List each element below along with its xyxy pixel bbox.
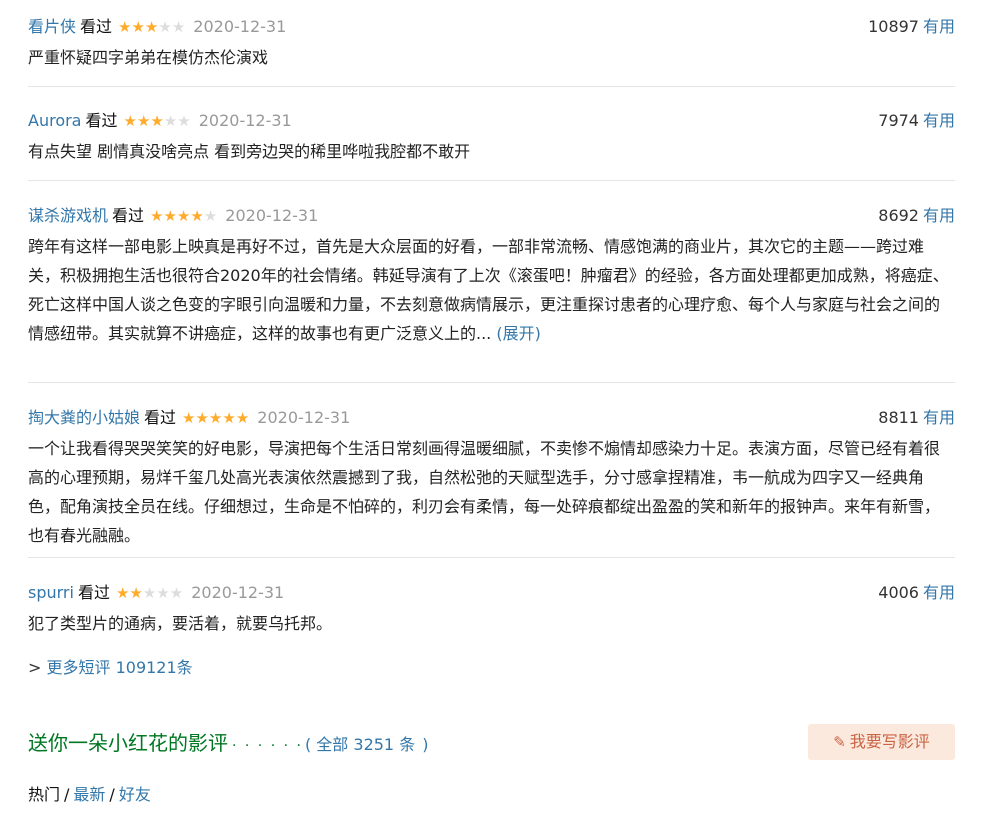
vote-area: 7974 有用 xyxy=(878,108,955,134)
section-dots: · · · · · · xyxy=(232,738,303,754)
review-item: spurri 看过 ★★★★★ 2020-12-31 4006 有用 犯了类型片的通病，… xyxy=(28,580,955,638)
rating-stars-filled: ★★★ xyxy=(123,112,164,130)
vote-area: 8811 有用 xyxy=(878,405,955,431)
review-item: 看片侠 看过 ★★★★★ 2020-12-31 10897 有用 严重怀疑四字弟弟在模仿… xyxy=(28,14,955,72)
review-header: Aurora 看过 ★★★★★ 2020-12-31 7974 有用 xyxy=(28,108,955,134)
rating-stars: ★★★★★ xyxy=(118,14,185,40)
comments-page: 看片侠 看过 ★★★★★ 2020-12-31 10897 有用 严重怀疑四字弟弟在模仿… xyxy=(0,0,1000,838)
vote-count: 8692 xyxy=(878,206,919,225)
rating-stars: ★★★★★ xyxy=(116,580,183,606)
review-text: 有点失望 剧情真没啥亮点 看到旁边哭的稀里哗啦我腔都不敢开 xyxy=(28,142,471,161)
rating-stars-empty: ★★ xyxy=(158,18,186,36)
watched-status: 看过 xyxy=(80,17,113,36)
review-date: 2020-12-31 xyxy=(191,583,285,602)
paren-close: ) xyxy=(422,735,429,754)
more-short-reviews: > 更多短评 109121条 xyxy=(28,656,193,680)
review-author-link[interactable]: 掏大粪的小姑娘 xyxy=(28,408,140,427)
watched-status: 看过 xyxy=(77,583,110,602)
rating-stars: ★★★★★ xyxy=(124,108,191,134)
vote-area: 4006 有用 xyxy=(878,580,955,606)
sort-hot: 热门 xyxy=(28,785,61,804)
review-header: spurri 看过 ★★★★★ 2020-12-31 4006 有用 xyxy=(28,580,955,606)
review-text-content: 跨年有这样一部电影上映真是再好不过，首先是大众层面的好看，一部非常流畅、情感饱满… xyxy=(28,237,949,343)
vote-area: 8692 有用 xyxy=(878,203,955,229)
rating-stars: ★★★★★ xyxy=(150,203,217,229)
rating-stars-filled: ★★★★★ xyxy=(182,409,250,427)
review-header: 掏大粪的小姑娘 看过 ★★★★★ 2020-12-31 8811 有用 xyxy=(28,405,955,431)
useful-button[interactable]: 有用 xyxy=(923,111,955,130)
review-date: 2020-12-31 xyxy=(193,17,287,36)
useful-button[interactable]: 有用 xyxy=(923,583,955,602)
rating-stars-filled: ★★ xyxy=(115,584,143,602)
divider xyxy=(28,86,955,87)
vote-count: 7974 xyxy=(878,111,919,130)
review-date: 2020-12-31 xyxy=(257,408,351,427)
section-title: 送你一朵小红花的影评 xyxy=(28,731,228,755)
review-author-link[interactable]: 看片侠 xyxy=(28,17,76,36)
rating-stars-filled: ★★★ xyxy=(118,18,159,36)
useful-button[interactable]: 有用 xyxy=(923,17,955,36)
review-text: 跨年有这样一部电影上映真是再好不过，首先是大众层面的好看，一部非常流畅、情感饱满… xyxy=(28,232,955,348)
pen-icon: ✎ xyxy=(833,733,846,751)
review-author-link[interactable]: spurri xyxy=(28,583,74,602)
rating-stars-empty: ★★ xyxy=(163,112,191,130)
vote-area: 10897 有用 xyxy=(868,14,955,40)
review-item: 掏大粪的小姑娘 看过 ★★★★★ 2020-12-31 8811 有用 一个让我看得哭哭… xyxy=(28,405,955,550)
review-author-link[interactable]: Aurora xyxy=(28,111,81,130)
review-date: 2020-12-31 xyxy=(198,111,292,130)
rating-stars: ★★★★★ xyxy=(182,405,249,431)
sort-bar: 热门 / 最新 / 好友 xyxy=(28,783,151,807)
watched-status: 看过 xyxy=(144,408,177,427)
review-date: 2020-12-31 xyxy=(225,206,319,225)
vote-count: 4006 xyxy=(878,583,919,602)
review-author-link[interactable]: 谋杀游戏机 xyxy=(28,206,108,225)
paren-open: ( xyxy=(304,735,312,754)
rating-stars-empty: ★ xyxy=(203,207,218,225)
more-arrow: > xyxy=(28,658,42,677)
watched-status: 看过 xyxy=(85,111,118,130)
expand-link[interactable]: (展开) xyxy=(496,324,541,343)
section-header: 送你一朵小红花的影评 · · · · · ·( 全部 3251 条 ) xyxy=(28,728,429,758)
review-item: Aurora 看过 ★★★★★ 2020-12-31 7974 有用 有点失望 剧情真没… xyxy=(28,108,955,166)
divider xyxy=(28,382,955,383)
review-item: 谋杀游戏机 看过 ★★★★★ 2020-12-31 8692 有用 跨年有这样一部电影上… xyxy=(28,203,955,348)
useful-button[interactable]: 有用 xyxy=(923,408,955,427)
rating-stars-filled: ★★★★ xyxy=(150,207,204,225)
useful-button[interactable]: 有用 xyxy=(923,206,955,225)
vote-count: 8811 xyxy=(878,408,919,427)
all-reviews-link[interactable]: 全部 3251 条 xyxy=(316,735,415,754)
write-review-button[interactable]: ✎ 我要写影评 xyxy=(808,724,955,760)
vote-count: 10897 xyxy=(868,17,919,36)
write-review-label: 我要写影评 xyxy=(849,732,930,751)
review-header: 谋杀游戏机 看过 ★★★★★ 2020-12-31 8692 有用 xyxy=(28,203,955,229)
sort-separator: / xyxy=(109,785,115,804)
sort-separator: / xyxy=(64,785,70,804)
sort-latest[interactable]: 最新 xyxy=(73,785,105,804)
review-text: 严重怀疑四字弟弟在模仿杰伦演戏 xyxy=(28,48,269,67)
sort-friends[interactable]: 好友 xyxy=(119,785,151,804)
review-text: 一个让我看得哭哭笑笑的好电影，导演把每个生活日常刻画得温暖细腻，不卖惨不煽情却感… xyxy=(28,439,941,545)
divider xyxy=(28,557,955,558)
rating-stars-empty: ★★★ xyxy=(142,584,184,602)
review-header: 看片侠 看过 ★★★★★ 2020-12-31 10897 有用 xyxy=(28,14,955,40)
review-text: 犯了类型片的通病，要活着，就要乌托邦。 xyxy=(28,614,333,633)
more-short-reviews-link[interactable]: 更多短评 109121条 xyxy=(47,658,193,677)
watched-status: 看过 xyxy=(112,206,145,225)
divider xyxy=(28,180,955,181)
